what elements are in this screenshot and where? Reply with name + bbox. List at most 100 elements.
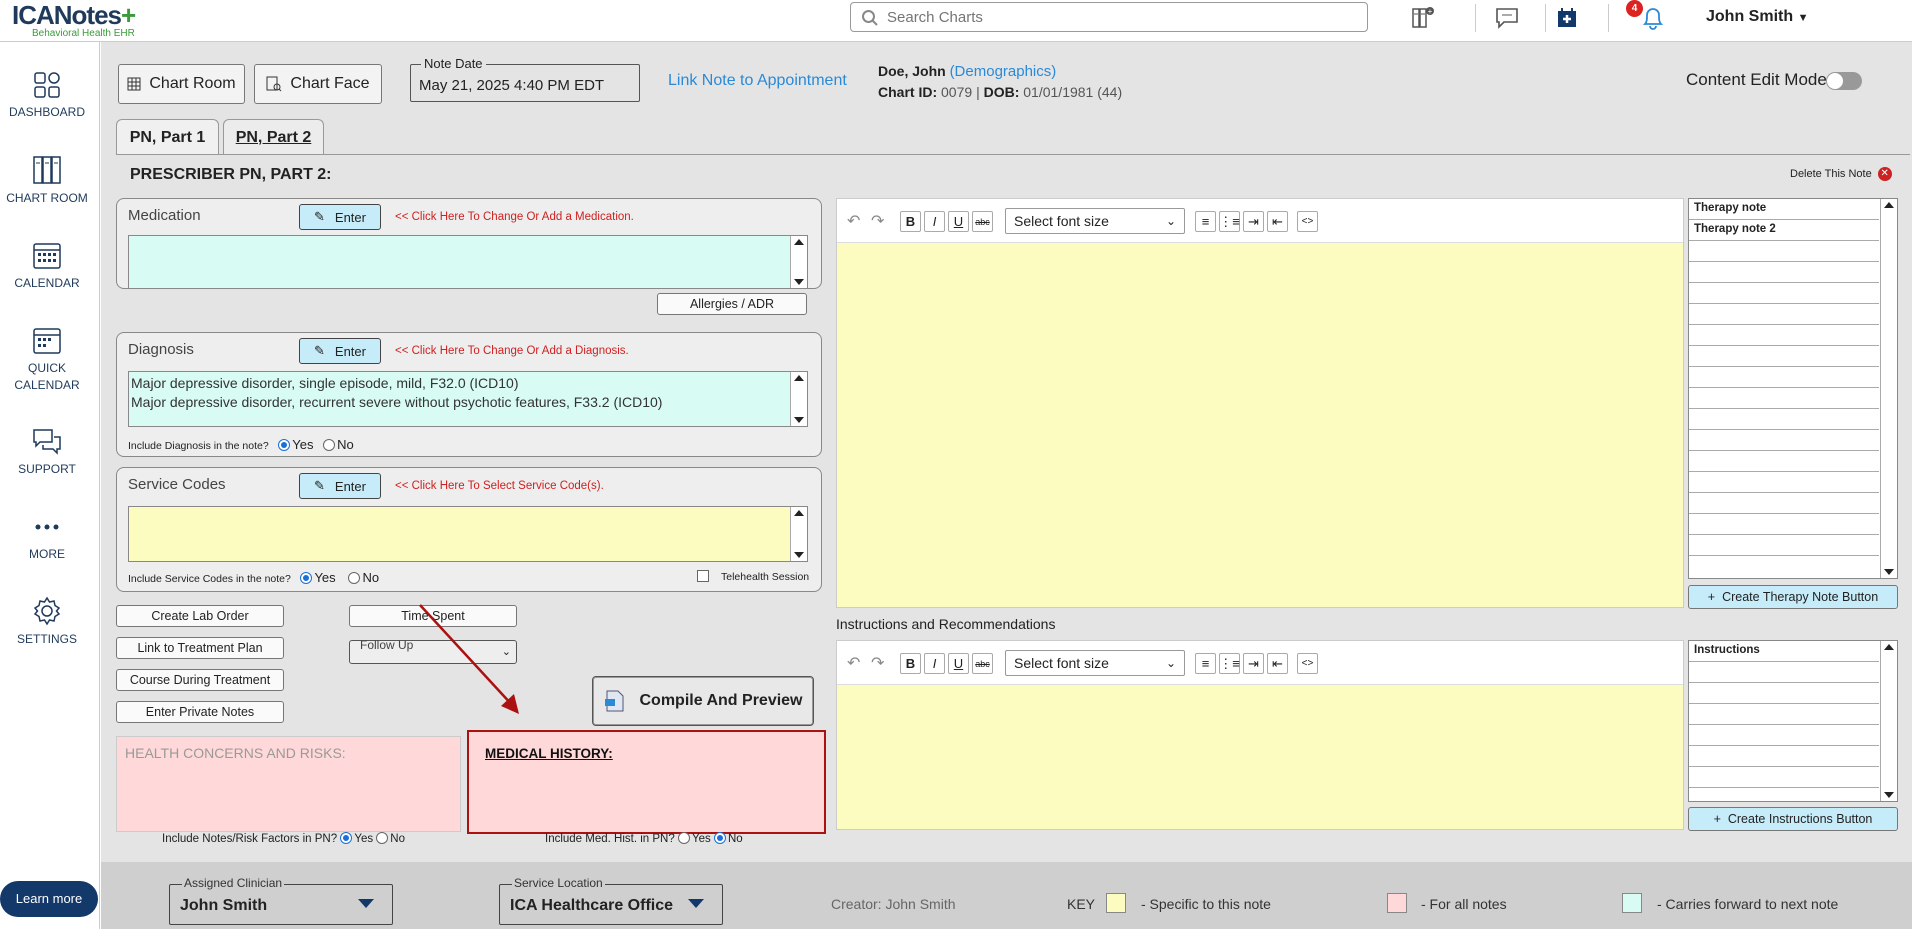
sidebar-item-calendar[interactable]: CALENDAR bbox=[0, 239, 94, 292]
note-date-field[interactable]: Note Date May 21, 2025 4:40 PM EDT bbox=[410, 56, 640, 102]
delete-note-button[interactable]: Delete This Note ✕ bbox=[1790, 167, 1892, 181]
list-item[interactable] bbox=[1689, 388, 1879, 409]
ordered-list-icon[interactable]: ≡ bbox=[1195, 211, 1216, 232]
service-codes-textarea[interactable] bbox=[128, 506, 808, 562]
source-code-icon[interactable]: <> bbox=[1297, 653, 1318, 674]
scrollbar[interactable] bbox=[790, 236, 807, 288]
underline-button[interactable]: U bbox=[948, 653, 969, 674]
list-item[interactable]: Therapy note bbox=[1689, 199, 1879, 220]
search-box[interactable] bbox=[850, 2, 1368, 32]
ordered-list-icon[interactable]: ≡ bbox=[1195, 653, 1216, 674]
underline-button[interactable]: U bbox=[948, 211, 969, 232]
app-logo[interactable]: ICANotes+ Behavioral Health EHR bbox=[8, 0, 168, 40]
scrollbar[interactable] bbox=[790, 372, 807, 426]
instructions-editor[interactable]: ↶ ↷ B I U abc Select font size ⌄ ≡ ⋮≡ ⇥ ⇤… bbox=[836, 640, 1684, 830]
italic-button[interactable]: I bbox=[924, 653, 945, 674]
scrollbar[interactable] bbox=[1880, 199, 1897, 578]
bold-button[interactable]: B bbox=[900, 211, 921, 232]
indent-icon[interactable]: ⇥ bbox=[1243, 211, 1264, 232]
indent-icon[interactable]: ⇥ bbox=[1243, 653, 1264, 674]
redo-icon[interactable]: ↷ bbox=[871, 653, 884, 673]
chat-icon[interactable] bbox=[1487, 0, 1527, 36]
unordered-list-icon[interactable]: ⋮≡ bbox=[1219, 653, 1240, 674]
search-input[interactable] bbox=[887, 7, 1357, 27]
tab-pn-part-2[interactable]: PN, Part 2 bbox=[223, 119, 324, 155]
list-item[interactable] bbox=[1689, 325, 1879, 346]
link-treatment-plan-button[interactable]: Link to Treatment Plan bbox=[116, 637, 284, 659]
sidebar-item-settings[interactable]: SETTINGS bbox=[0, 595, 94, 648]
scrollbar[interactable] bbox=[1880, 641, 1897, 801]
content-edit-mode-toggle[interactable] bbox=[1826, 72, 1862, 90]
list-item[interactable] bbox=[1689, 704, 1879, 725]
list-item[interactable] bbox=[1689, 241, 1879, 262]
chart-face-button[interactable]: Chart Face bbox=[254, 64, 382, 104]
list-item[interactable] bbox=[1689, 662, 1879, 683]
diagnosis-enter-button[interactable]: ✎ Enter bbox=[299, 338, 381, 364]
list-item[interactable] bbox=[1689, 346, 1879, 367]
charts-add-icon[interactable]: + bbox=[1403, 0, 1443, 36]
list-item[interactable] bbox=[1689, 304, 1879, 325]
service-location-select[interactable]: Service Location ICA Healthcare Office bbox=[499, 876, 723, 925]
create-therapy-note-button[interactable]: + Create Therapy Note Button bbox=[1688, 585, 1898, 609]
service-codes-enter-button[interactable]: ✎ Enter bbox=[299, 473, 381, 499]
create-lab-order-button[interactable]: Create Lab Order bbox=[116, 605, 284, 627]
unordered-list-icon[interactable]: ⋮≡ bbox=[1219, 211, 1240, 232]
list-item[interactable] bbox=[1689, 725, 1879, 746]
include-diagnosis-yes-radio[interactable] bbox=[278, 439, 291, 451]
include-health-no-radio[interactable] bbox=[376, 832, 389, 844]
list-item[interactable] bbox=[1689, 367, 1879, 388]
sidebar-item-support[interactable]: SUPPORT bbox=[0, 427, 94, 478]
chart-room-button[interactable]: Chart Room bbox=[118, 64, 245, 104]
medication-textarea[interactable] bbox=[128, 235, 808, 289]
medical-history-field[interactable]: MEDICAL HISTORY: bbox=[467, 730, 826, 834]
bold-button[interactable]: B bbox=[900, 653, 921, 674]
telehealth-checkbox[interactable] bbox=[697, 570, 709, 582]
include-diagnosis-no-radio[interactable] bbox=[323, 439, 336, 451]
health-concerns-field[interactable]: HEALTH CONCERNS AND RISKS: bbox=[116, 736, 461, 832]
create-instructions-button[interactable]: + Create Instructions Button bbox=[1688, 807, 1898, 831]
tab-pn-part-1[interactable]: PN, Part 1 bbox=[116, 119, 219, 155]
course-during-treatment-button[interactable]: Course During Treatment bbox=[116, 669, 284, 691]
user-menu[interactable]: John Smith ▼ bbox=[1706, 8, 1808, 26]
italic-button[interactable]: I bbox=[924, 211, 945, 232]
scrollbar[interactable] bbox=[790, 507, 807, 561]
sidebar-item-more[interactable]: MORE bbox=[0, 512, 94, 563]
include-med-hist-no-radio[interactable] bbox=[713, 832, 726, 844]
list-item[interactable] bbox=[1689, 283, 1879, 304]
include-health-yes-radio[interactable] bbox=[340, 832, 353, 844]
list-item[interactable] bbox=[1689, 430, 1879, 451]
learn-more-button[interactable]: Learn more bbox=[0, 881, 98, 917]
compile-preview-button[interactable]: Compile And Preview bbox=[592, 676, 814, 726]
list-item[interactable] bbox=[1689, 535, 1879, 556]
list-item[interactable] bbox=[1689, 514, 1879, 535]
list-item[interactable] bbox=[1689, 472, 1879, 493]
redo-icon[interactable]: ↷ bbox=[871, 211, 884, 231]
font-size-select[interactable]: Select font size ⌄ bbox=[1005, 208, 1185, 234]
list-item[interactable] bbox=[1689, 493, 1879, 514]
font-size-select[interactable]: Select font size ⌄ bbox=[1005, 650, 1185, 676]
list-item[interactable] bbox=[1689, 683, 1879, 704]
undo-icon[interactable]: ↶ bbox=[847, 211, 860, 231]
assigned-clinician-select[interactable]: Assigned Clinician John Smith bbox=[169, 876, 393, 925]
link-note-to-appointment[interactable]: Link Note to Appointment bbox=[668, 72, 847, 90]
list-item[interactable] bbox=[1689, 451, 1879, 472]
source-code-icon[interactable]: <> bbox=[1297, 211, 1318, 232]
outdent-icon[interactable]: ⇤ bbox=[1267, 211, 1288, 232]
include-service-codes-yes-radio[interactable] bbox=[300, 572, 313, 584]
list-item[interactable]: Instructions bbox=[1689, 641, 1879, 662]
list-item[interactable] bbox=[1689, 767, 1879, 788]
include-service-codes-no-radio[interactable] bbox=[348, 572, 361, 584]
demographics-link[interactable]: (Demographics) bbox=[950, 63, 1057, 80]
include-med-hist-yes-radio[interactable] bbox=[677, 832, 690, 844]
allergies-adr-button[interactable]: Allergies / ADR bbox=[657, 293, 807, 315]
medication-enter-button[interactable]: ✎ Enter bbox=[299, 204, 381, 230]
sidebar-item-chart-room[interactable]: CHART ROOM bbox=[0, 154, 94, 207]
list-item[interactable]: Therapy note 2 bbox=[1689, 220, 1879, 241]
list-item[interactable] bbox=[1689, 746, 1879, 767]
therapy-note-editor[interactable]: ↶ ↷ B I U abc Select font size ⌄ ≡ ⋮≡ ⇥ ⇤… bbox=[836, 198, 1684, 608]
undo-icon[interactable]: ↶ bbox=[847, 653, 860, 673]
diagnosis-textarea[interactable]: Major depressive disorder, single episod… bbox=[128, 371, 808, 427]
calendar-add-icon[interactable] bbox=[1547, 0, 1587, 36]
strikethrough-button[interactable]: abc bbox=[972, 653, 993, 674]
sidebar-item-dashboard[interactable]: DASHBOARD bbox=[0, 70, 94, 121]
